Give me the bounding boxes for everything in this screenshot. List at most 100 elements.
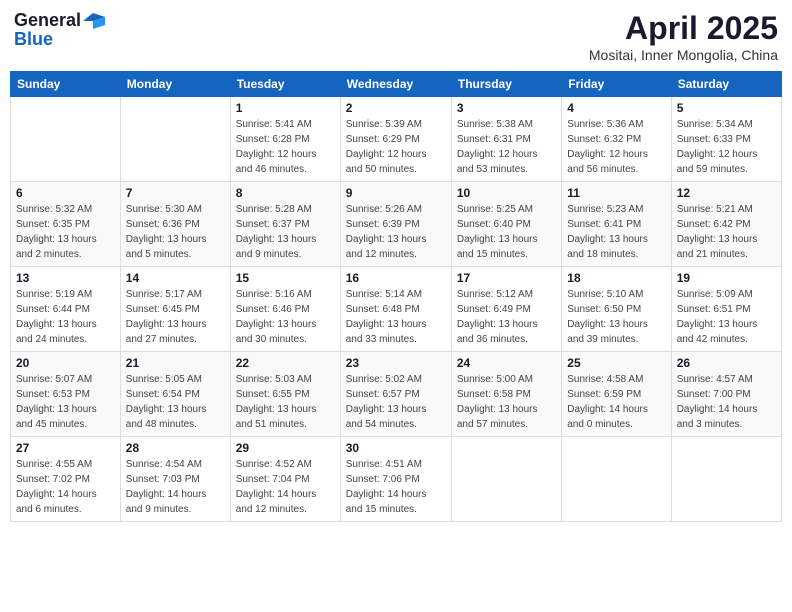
day-detail: Sunrise: 5:38 AMSunset: 6:31 PMDaylight:…: [457, 119, 538, 175]
day-number: 2: [346, 101, 446, 115]
table-row: 23 Sunrise: 5:02 AMSunset: 6:57 PMDayligh…: [340, 352, 451, 437]
day-number: 21: [126, 356, 225, 370]
day-number: 13: [16, 271, 115, 285]
calendar-week-row: 6Sunrise: 5:32 AMSunset: 6:35 PMDaylight…: [11, 182, 782, 267]
header-wednesday: Wednesday: [340, 72, 451, 97]
table-row: 28 Sunrise: 4:54 AMSunset: 7:03 PMDayligh…: [120, 437, 230, 522]
day-number: 7: [126, 186, 225, 200]
day-detail: Sunrise: 5:21 AMSunset: 6:42 PMDaylight:…: [677, 204, 758, 260]
day-number: 1: [236, 101, 335, 115]
table-row: 29 Sunrise: 4:52 AMSunset: 7:04 PMDayligh…: [230, 437, 340, 522]
logo: General Blue: [14, 10, 105, 50]
day-detail: Sunrise: 5:17 AMSunset: 6:45 PMDaylight:…: [126, 289, 207, 345]
day-number: 14: [126, 271, 225, 285]
day-detail: Sunrise: 4:55 AMSunset: 7:02 PMDaylight:…: [16, 459, 97, 515]
day-number: 16: [346, 271, 446, 285]
day-number: 8: [236, 186, 335, 200]
day-number: 22: [236, 356, 335, 370]
day-detail: Sunrise: 4:51 AMSunset: 7:06 PMDaylight:…: [346, 459, 427, 515]
table-row: 19 Sunrise: 5:09 AMSunset: 6:51 PMDayligh…: [671, 267, 781, 352]
day-number: 23: [346, 356, 446, 370]
day-number: 27: [16, 441, 115, 455]
calendar-week-row: 27 Sunrise: 4:55 AMSunset: 7:02 PMDayligh…: [11, 437, 782, 522]
table-row: 5 Sunrise: 5:34 AMSunset: 6:33 PMDaylight…: [671, 97, 781, 182]
day-number: 20: [16, 356, 115, 370]
table-row: 6Sunrise: 5:32 AMSunset: 6:35 PMDaylight…: [11, 182, 121, 267]
table-row: 26 Sunrise: 4:57 AMSunset: 7:00 PMDayligh…: [671, 352, 781, 437]
day-detail: Sunrise: 4:57 AMSunset: 7:00 PMDaylight:…: [677, 374, 758, 430]
day-number: 5: [677, 101, 776, 115]
logo-bird-icon: [83, 13, 105, 29]
table-row: 18Sunrise: 5:10 AMSunset: 6:50 PMDayligh…: [562, 267, 671, 352]
table-row: 4Sunrise: 5:36 AMSunset: 6:32 PMDaylight…: [562, 97, 671, 182]
day-detail: Sunrise: 4:54 AMSunset: 7:03 PMDaylight:…: [126, 459, 207, 515]
day-number: 30: [346, 441, 446, 455]
table-row: [451, 437, 561, 522]
day-detail: Sunrise: 5:25 AMSunset: 6:40 PMDaylight:…: [457, 204, 538, 260]
day-number: 26: [677, 356, 776, 370]
day-number: 3: [457, 101, 556, 115]
header-friday: Friday: [562, 72, 671, 97]
table-row: 11Sunrise: 5:23 AMSunset: 6:41 PMDayligh…: [562, 182, 671, 267]
day-detail: Sunrise: 5:03 AMSunset: 6:55 PMDaylight:…: [236, 374, 317, 430]
day-number: 10: [457, 186, 556, 200]
day-detail: Sunrise: 5:23 AMSunset: 6:41 PMDaylight:…: [567, 204, 648, 260]
table-row: 30 Sunrise: 4:51 AMSunset: 7:06 PMDayligh…: [340, 437, 451, 522]
calendar-week-row: 1Sunrise: 5:41 AMSunset: 6:28 PMDaylight…: [11, 97, 782, 182]
day-number: 9: [346, 186, 446, 200]
title-section: April 2025 Mositai, Inner Mongolia, Chin…: [589, 10, 778, 63]
day-number: 24: [457, 356, 556, 370]
table-row: 1Sunrise: 5:41 AMSunset: 6:28 PMDaylight…: [230, 97, 340, 182]
day-number: 29: [236, 441, 335, 455]
table-row: 16 Sunrise: 5:14 AMSunset: 6:48 PMDayligh…: [340, 267, 451, 352]
calendar-week-row: 13 Sunrise: 5:19 AMSunset: 6:44 PMDayligh…: [11, 267, 782, 352]
table-row: 25 Sunrise: 4:58 AMSunset: 6:59 PMDayligh…: [562, 352, 671, 437]
calendar-header-row: Sunday Monday Tuesday Wednesday Thursday…: [11, 72, 782, 97]
header-thursday: Thursday: [451, 72, 561, 97]
logo-blue: Blue: [14, 29, 53, 50]
header-tuesday: Tuesday: [230, 72, 340, 97]
day-number: 6: [16, 186, 115, 200]
table-row: 21Sunrise: 5:05 AMSunset: 6:54 PMDayligh…: [120, 352, 230, 437]
day-number: 17: [457, 271, 556, 285]
day-detail: Sunrise: 5:07 AMSunset: 6:53 PMDaylight:…: [16, 374, 97, 430]
table-row: 10 Sunrise: 5:25 AMSunset: 6:40 PMDayligh…: [451, 182, 561, 267]
table-row: 3 Sunrise: 5:38 AMSunset: 6:31 PMDaylight…: [451, 97, 561, 182]
calendar-table: Sunday Monday Tuesday Wednesday Thursday…: [10, 71, 782, 522]
table-row: 2 Sunrise: 5:39 AMSunset: 6:29 PMDaylight…: [340, 97, 451, 182]
day-detail: Sunrise: 5:30 AMSunset: 6:36 PMDaylight:…: [126, 204, 207, 260]
day-detail: Sunrise: 5:12 AMSunset: 6:49 PMDaylight:…: [457, 289, 538, 345]
header-monday: Monday: [120, 72, 230, 97]
day-detail: Sunrise: 4:52 AMSunset: 7:04 PMDaylight:…: [236, 459, 317, 515]
day-number: 25: [567, 356, 665, 370]
day-detail: Sunrise: 5:09 AMSunset: 6:51 PMDaylight:…: [677, 289, 758, 345]
table-row: 24Sunrise: 5:00 AMSunset: 6:58 PMDayligh…: [451, 352, 561, 437]
calendar-week-row: 20 Sunrise: 5:07 AMSunset: 6:53 PMDayligh…: [11, 352, 782, 437]
day-number: 19: [677, 271, 776, 285]
day-detail: Sunrise: 4:58 AMSunset: 6:59 PMDaylight:…: [567, 374, 648, 430]
table-row: 15Sunrise: 5:16 AMSunset: 6:46 PMDayligh…: [230, 267, 340, 352]
table-row: 20 Sunrise: 5:07 AMSunset: 6:53 PMDayligh…: [11, 352, 121, 437]
header-saturday: Saturday: [671, 72, 781, 97]
table-row: [671, 437, 781, 522]
day-detail: Sunrise: 5:34 AMSunset: 6:33 PMDaylight:…: [677, 119, 758, 175]
table-row: [562, 437, 671, 522]
table-row: 9 Sunrise: 5:26 AMSunset: 6:39 PMDaylight…: [340, 182, 451, 267]
header-sunday: Sunday: [11, 72, 121, 97]
day-detail: Sunrise: 5:26 AMSunset: 6:39 PMDaylight:…: [346, 204, 427, 260]
page-header: General Blue April 2025 Mositai, Inner M…: [10, 10, 782, 63]
day-detail: Sunrise: 5:14 AMSunset: 6:48 PMDaylight:…: [346, 289, 427, 345]
day-detail: Sunrise: 5:28 AMSunset: 6:37 PMDaylight:…: [236, 204, 317, 260]
day-detail: Sunrise: 5:39 AMSunset: 6:29 PMDaylight:…: [346, 119, 427, 175]
month-title: April 2025: [589, 10, 778, 47]
day-number: 12: [677, 186, 776, 200]
table-row: 7 Sunrise: 5:30 AMSunset: 6:36 PMDaylight…: [120, 182, 230, 267]
table-row: 14 Sunrise: 5:17 AMSunset: 6:45 PMDayligh…: [120, 267, 230, 352]
logo-general: General: [14, 10, 81, 31]
table-row: [120, 97, 230, 182]
day-detail: Sunrise: 5:02 AMSunset: 6:57 PMDaylight:…: [346, 374, 427, 430]
day-detail: Sunrise: 5:36 AMSunset: 6:32 PMDaylight:…: [567, 119, 648, 175]
day-detail: Sunrise: 5:19 AMSunset: 6:44 PMDaylight:…: [16, 289, 97, 345]
day-number: 18: [567, 271, 665, 285]
day-number: 28: [126, 441, 225, 455]
